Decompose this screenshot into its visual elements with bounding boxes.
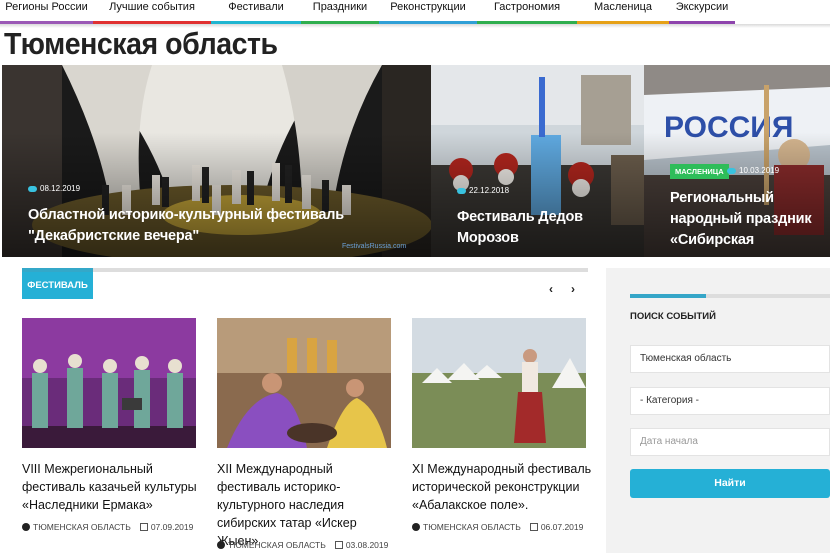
nav-item-excursions[interactable]: Экскурсии (669, 0, 735, 24)
comment-icon (28, 185, 37, 192)
nav-item-regions[interactable]: Регионы России (0, 0, 93, 24)
calendar-icon (139, 523, 148, 531)
top-nav: Регионы России Лучшие события Фестивали … (0, 0, 830, 24)
hero-3-title[interactable]: Региональный народный праздник «Сибирска… (670, 188, 828, 257)
hero-slide-1[interactable]: 08.12.2019 Областной историко-культурный… (2, 65, 431, 257)
nav-item-gastronomy[interactable]: Гастрономия (477, 0, 577, 24)
calendar-icon (529, 523, 538, 531)
nav-item-maslenitsa[interactable]: Масленица (577, 0, 669, 24)
card-1-title[interactable]: VIII Межрегиональный фестиваль казачьей … (22, 460, 202, 514)
next-arrow-icon[interactable]: › (571, 282, 575, 296)
card-1-meta: ТЮМЕНСКАЯ ОБЛАСТЬ 07.09.2019 (22, 522, 193, 532)
event-search-sidebar: ПОИСК СОБЫТИЙ Тюменская область - Катего… (606, 268, 830, 553)
hero-1-watermark: FestivalsRussia.com (342, 243, 407, 250)
hero-1-title[interactable]: Областной историко-культурный фестиваль … (28, 205, 418, 247)
sidebar-title: ПОИСК СОБЫТИЙ (630, 311, 716, 322)
start-date-input[interactable]: Дата начала (630, 428, 830, 456)
prev-arrow-icon[interactable]: ‹ (549, 282, 553, 296)
nav-item-holidays[interactable]: Праздники (301, 0, 379, 24)
page-title: Тюменская область (4, 26, 278, 61)
region-select[interactable]: Тюменская область (630, 345, 830, 373)
section-divider (22, 268, 588, 272)
comment-icon (457, 187, 466, 194)
hero-1-date: 08.12.2019 (28, 184, 80, 193)
hero-slide-2[interactable]: 22.12.2018 Фестиваль Дедов Морозов (431, 65, 644, 257)
card-3-meta: ТЮМЕНСКАЯ ОБЛАСТЬ 06.07.2019 (412, 522, 583, 532)
nav-item-reconstructions[interactable]: Реконструкции (379, 0, 477, 24)
category-select[interactable]: - Категория - (630, 387, 830, 415)
nav-item-festivals[interactable]: Фестивали (211, 0, 301, 24)
card-1-image[interactable] (22, 318, 196, 448)
search-button[interactable]: Найти (630, 469, 830, 498)
hero-2-title[interactable]: Фестиваль Дедов Морозов (457, 207, 637, 249)
card-2-meta: ТЮМЕНСКАЯ ОБЛАСТЬ 03.08.2019 (217, 540, 388, 550)
nav-item-best-events[interactable]: Лучшие события (93, 0, 211, 24)
hero-slide-3[interactable]: РОССИЯ МАСЛЕНИЦА 10.03.2019 Региональный… (644, 65, 830, 257)
location-icon (217, 541, 225, 549)
location-icon (22, 523, 30, 531)
card-3-image[interactable] (412, 318, 586, 448)
card-3-title[interactable]: XI Международный фестиваль исторической … (412, 460, 592, 514)
calendar-icon (334, 541, 343, 549)
location-icon (412, 523, 420, 531)
hero-3-category-badge[interactable]: МАСЛЕНИЦА (670, 164, 729, 179)
card-2-title[interactable]: XII Международный фестиваль историко-кул… (217, 460, 397, 550)
hero-2-date: 22.12.2018 (457, 186, 509, 195)
card-2-image[interactable] (217, 318, 391, 448)
hero-3-date: 10.03.2019 (727, 166, 779, 175)
comment-icon (727, 167, 736, 174)
section-tag-festival[interactable]: ФЕСТИВАЛЬ (22, 272, 93, 299)
